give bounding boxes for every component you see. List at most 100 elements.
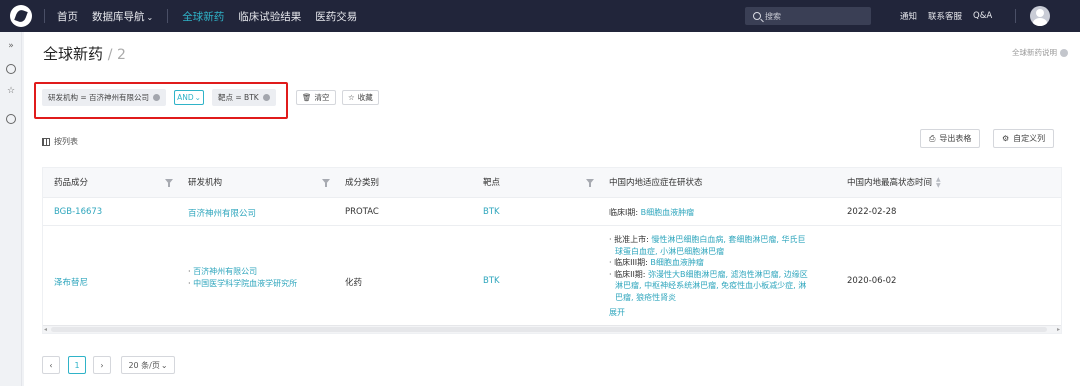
table-row: BGB-16673 百济神州有限公司 PROTAC BTK 临床I期: B细胞血… [43,198,1061,226]
expand-link[interactable]: 展开 [609,307,808,319]
status-label: 临床I期: [609,208,639,217]
scroll-right-icon[interactable]: ▸ [1057,326,1060,334]
org-list: · 百济神州有限公司 · 中国医学科学院血液学研究所 [188,266,297,290]
save-filter-button[interactable]: ☆ 收藏 [342,90,379,105]
prev-page-button[interactable]: ‹ [42,356,60,374]
sort-icon[interactable]: ▲ ▼ [936,176,941,189]
col-status[interactable]: 中国内地适应症在研状态 [609,168,703,198]
status-date: 2022-02-28 [847,207,897,217]
target-link[interactable]: BTK [483,276,500,286]
table-header: 药品成分 研发机构 成分类别 靶点 中国内地适应症在研状态 中国内地最高状态时间… [43,168,1061,198]
chevron-down-icon: ⌄ [160,360,168,370]
top-links: 通知 联系客服 Q&A [900,0,992,32]
status-line: · 批准上市: 慢性淋巴细胞白血病, 套细胞淋巴瘤, 华氏巨 [609,235,806,244]
contact-support-link[interactable]: 联系客服 [928,10,962,22]
col-date-label: 中国内地最高状态时间 [847,178,933,188]
close-icon[interactable] [262,94,270,101]
org-link[interactable]: 百济神州有限公司 [188,207,256,219]
chat-icon[interactable] [6,64,16,74]
filter-chip-target-label: 靶点 = BTK [218,93,259,102]
org-list-item: · 中国医学科学院血液学研究所 [188,279,298,288]
page-size-select[interactable]: 20 条/页 ⌄ [121,356,175,374]
page-title: 全球新药 / 2 [43,43,126,64]
page-title-text: 全球新药 [43,45,104,63]
status-indication-link[interactable]: 慢性淋巴细胞白血病, 套细胞淋巴瘤, 华氏巨 [651,235,805,244]
status-indication-link[interactable]: B细胞血液肿瘤 [641,208,695,217]
expand-sidebar-icon[interactable]: » [6,41,16,51]
star-icon[interactable]: ☆ [6,86,16,96]
chevron-down-icon: ⌄ [194,93,201,102]
status-indication-link[interactable]: 淋巴瘤, 中枢神经系统淋巴瘤, 免疫性血小板减少症, 淋 [615,281,806,290]
global-search-input[interactable]: 搜索 [745,7,871,25]
status-line: · 临床III期: B细胞血液肿瘤 [609,258,704,267]
col-drug[interactable]: 药品成分 [54,168,88,198]
results-table: 药品成分 研发机构 成分类别 靶点 中国内地适应症在研状态 中国内地最高状态时间… [42,167,1062,334]
trash-icon: 🗑 [302,93,312,102]
drug-link[interactable]: 泽布替尼 [54,276,88,288]
status-line: 巴瘤, 狼疮性肾炎 [609,292,808,304]
history-icon[interactable] [6,114,16,124]
page-number-current[interactable]: 1 [68,356,86,374]
help-link[interactable]: 全球新药说明 [1012,47,1068,58]
filter-chip-target[interactable]: 靶点 = BTK [212,89,276,106]
col-date[interactable]: 中国内地最高状态时间 ▲ ▼ [847,168,941,198]
col-org[interactable]: 研发机构 [188,168,222,198]
result-count: / 2 [107,47,126,63]
chevron-left-icon: ‹ [49,360,53,370]
clear-filters-button[interactable]: 🗑 清空 [296,90,336,105]
logic-operator-select[interactable]: AND ⌄ [174,90,204,105]
nav-clinical-results[interactable]: 临床试验结果 [238,9,301,24]
nav-pharma-deals[interactable]: 医药交易 [315,9,357,24]
nav-database[interactable]: 数据库导航 ⌄ [92,9,153,24]
export-table-button[interactable]: ⎙ 导出表格 [920,129,981,148]
next-page-button[interactable]: › [93,356,111,374]
filter-icon[interactable] [322,179,330,187]
filter-icon[interactable] [165,179,173,187]
filter-chip-org[interactable]: 研发机构 = 百济神州有限公司 [42,89,167,106]
search-placeholder: 搜索 [765,11,781,21]
table-row: 泽布替尼 · 百济神州有限公司 · 中国医学科学院血液学研究所 化药 BTK ·… [43,226,1061,334]
status-cell: · 批准上市: 慢性淋巴细胞白血病, 套细胞淋巴瘤, 华氏巨 球蛋白血症, 小淋… [609,234,808,319]
main-nav: 首页 数据库导航 ⌄ 全球新药 临床试验结果 医药交易 [57,9,357,24]
col-type[interactable]: 成分类别 [345,168,379,198]
scrollbar-thumb[interactable] [51,327,1047,332]
status-line: 球蛋白血症, 小淋巴细胞淋巴瘤 [609,246,808,258]
search-icon [753,12,761,20]
app-logo[interactable] [10,5,32,27]
user-avatar[interactable] [1030,6,1050,26]
custom-columns-button[interactable]: ⚙ 自定义列 [993,129,1055,148]
scroll-left-icon[interactable]: ◂ [44,326,47,334]
col-target[interactable]: 靶点 [483,168,500,198]
view-toggle[interactable]: 按列表 [42,136,78,147]
target-link[interactable]: BTK [483,207,500,217]
help-icon [1060,48,1068,57]
status-indication-link[interactable]: 弥漫性大B细胞淋巴瘤, 滤泡性淋巴瘤, 边缘区 [648,270,808,279]
export-label: 导出表格 [939,134,972,143]
clear-label: 清空 [314,93,330,102]
nav-global-new-drugs[interactable]: 全球新药 [182,9,224,24]
qa-link[interactable]: Q&A [973,11,992,21]
status-indication-link[interactable]: B细胞血液肿瘤 [650,258,704,267]
save-label: 收藏 [357,93,373,102]
gear-icon: ⚙ [1002,134,1010,143]
status-indication-link[interactable]: 巴瘤, 狼疮性肾炎 [615,293,676,302]
close-icon[interactable] [153,94,161,101]
horizontal-scrollbar[interactable]: ◂ ▸ [43,325,1061,333]
filter-icon[interactable] [586,179,594,187]
org-link[interactable]: 百济神州有限公司 [193,267,257,276]
status-date: 2020-06-02 [847,276,897,286]
chevron-right-icon: › [100,360,104,370]
status-label: 临床II期: [614,269,646,279]
status-line: 淋巴瘤, 中枢神经系统淋巴瘤, 免疫性血小板减少症, 淋 [609,280,808,292]
status-label: 批准上市: [614,235,649,244]
page-size-label: 20 条/页 [128,360,160,370]
org-list-item: · 百济神州有限公司 [188,267,258,276]
notifications-link[interactable]: 通知 [900,10,917,22]
table-icon [42,137,50,146]
nav-home[interactable]: 首页 [57,9,78,24]
org-link[interactable]: 中国医学科学院血液学研究所 [193,279,297,288]
star-icon: ☆ [348,93,355,102]
status-indication-link[interactable]: 球蛋白血症, 小淋巴细胞淋巴瘤 [615,247,724,256]
nav-database-label: 数据库导航 [92,10,145,23]
drug-link[interactable]: BGB-16673 [54,207,102,217]
